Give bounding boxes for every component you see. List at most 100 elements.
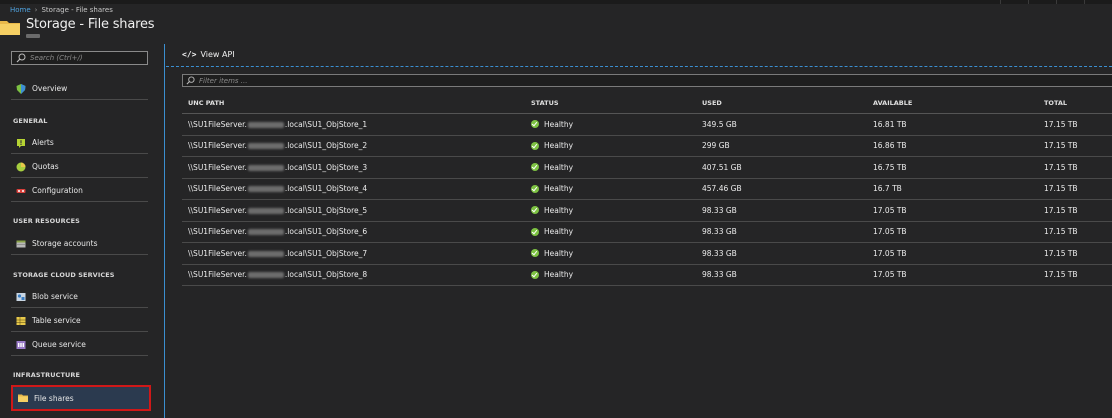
status-cell: Healthy: [526, 184, 697, 193]
used-cell: 98.33 GB: [702, 270, 737, 280]
unc-path-prefix: \\SU1FileServer.: [188, 227, 247, 237]
filter-input[interactable]: [199, 76, 499, 85]
top-bar-button[interactable]: [1056, 0, 1084, 4]
queue-icon: [16, 340, 26, 349]
redacted-domain: [247, 229, 284, 236]
table-row[interactable]: \\SU1FileServer. .local\SU1_ObjStore_7 Hea…: [182, 243, 1112, 265]
unc-path-suffix: .local\SU1_ObjStore_8: [284, 270, 368, 280]
status-text: Healthy: [544, 205, 574, 215]
healthy-check-icon: [531, 249, 539, 258]
used-cell: 98.33 GB: [702, 248, 737, 258]
search-icon: [16, 53, 26, 63]
breadcrumb: Home › Storage - File shares: [10, 6, 113, 14]
total-cell: 17.15 TB: [1044, 119, 1078, 129]
sidebar-item-alerts[interactable]: Alerts: [11, 132, 148, 154]
redacted-domain: [247, 164, 284, 171]
unc-path-cell: \\SU1FileServer. .local\SU1_ObjStore_3: [182, 163, 526, 172]
table-row[interactable]: \\SU1FileServer. .local\SU1_ObjStore_6 Hea…: [182, 222, 1112, 243]
unc-path-suffix: .local\SU1_ObjStore_5: [284, 205, 368, 215]
quota-icon: [16, 162, 26, 171]
section-title-user-resources: USER RESOURCES: [13, 217, 80, 225]
search-icon: [186, 76, 195, 85]
file-shares-table: UNC PATH STATUS USED AVAILABLE TOTAL \\S…: [182, 92, 1112, 286]
unc-path-suffix: .local\SU1_ObjStore_6: [284, 227, 368, 237]
section-title-infrastructure: INFRASTRUCTURE: [13, 371, 81, 379]
used-cell: 299 GB: [702, 141, 730, 151]
healthy-check-icon: [531, 120, 539, 129]
sidebar-item-quotas[interactable]: Quotas: [11, 156, 148, 178]
top-bar-button[interactable]: [1028, 0, 1056, 4]
healthy-check-icon: [531, 184, 539, 193]
unc-path-cell: \\SU1FileServer. .local\SU1_ObjStore_4: [182, 184, 526, 193]
available-cell: 17.05 TB: [873, 248, 907, 258]
available-cell: 17.05 TB: [873, 205, 907, 215]
redacted-domain: [247, 272, 284, 279]
used-cell: 407.51 GB: [702, 162, 742, 172]
top-bar-button[interactable]: [1084, 0, 1112, 4]
unc-path-suffix: .local\SU1_ObjStore_2: [284, 141, 368, 151]
sidebar-item-configuration[interactable]: Configuration: [11, 180, 148, 202]
status-text: Healthy: [544, 162, 574, 172]
used-cell: 349.5 GB: [702, 119, 737, 129]
table-row[interactable]: \\SU1FileServer. .local\SU1_ObjStore_4 Hea…: [182, 179, 1112, 200]
blob-icon: [16, 292, 26, 301]
total-cell: 17.15 TB: [1044, 248, 1078, 258]
breadcrumb-home-link[interactable]: Home: [10, 6, 31, 14]
redacted-domain: [247, 143, 284, 150]
column-header-total[interactable]: TOTAL: [1039, 99, 1112, 107]
healthy-check-icon: [531, 206, 539, 215]
top-bar-button[interactable]: [1000, 0, 1028, 4]
unc-path-prefix: \\SU1FileServer.: [188, 162, 247, 172]
column-header-unc-path[interactable]: UNC PATH: [182, 99, 526, 107]
status-cell: Healthy: [526, 206, 697, 215]
view-api-button[interactable]: </> View API: [182, 50, 235, 59]
status-text: Healthy: [544, 227, 574, 237]
used-cell: 457.46 GB: [702, 184, 742, 194]
sidebar-search-input[interactable]: [30, 54, 140, 62]
total-cell: 17.15 TB: [1044, 227, 1078, 237]
status-text: Healthy: [544, 248, 574, 258]
sidebar-item-label: Queue service: [32, 340, 86, 349]
status-text: Healthy: [544, 141, 574, 151]
available-cell: 16.81 TB: [873, 119, 907, 129]
status-text: Healthy: [544, 270, 574, 280]
status-cell: Healthy: [526, 227, 697, 236]
top-bar: [0, 0, 1112, 4]
sidebar-item-queue-service[interactable]: Queue service: [11, 334, 148, 356]
breadcrumb-current: Storage - File shares: [41, 6, 113, 14]
storage-account-icon: [16, 240, 26, 247]
unc-path-cell: \\SU1FileServer. .local\SU1_ObjStore_6: [182, 227, 526, 236]
healthy-check-icon: [531, 227, 539, 236]
column-header-used[interactable]: USED: [697, 99, 868, 107]
healthy-check-icon: [531, 163, 539, 172]
table-row[interactable]: \\SU1FileServer. .local\SU1_ObjStore_1 Hea…: [182, 114, 1112, 136]
status-cell: Healthy: [526, 270, 697, 279]
table-row[interactable]: \\SU1FileServer. .local\SU1_ObjStore_8 Hea…: [182, 265, 1112, 286]
sidebar-item-file-shares[interactable]: File shares: [11, 385, 151, 411]
sidebar-item-label: Alerts: [32, 138, 54, 147]
sidebar-item-storage-accounts[interactable]: Storage accounts: [11, 233, 148, 255]
status-text: Healthy: [544, 119, 574, 129]
redacted-domain: [247, 207, 284, 214]
sidebar-item-blob-service[interactable]: Blob service: [11, 286, 148, 308]
unc-path-prefix: \\SU1FileServer.: [188, 119, 247, 129]
sidebar-item-label: Overview: [32, 84, 68, 93]
unc-path-prefix: \\SU1FileServer.: [188, 270, 247, 280]
unc-path-cell: \\SU1FileServer. .local\SU1_ObjStore_2: [182, 141, 526, 150]
unc-path-cell: \\SU1FileServer. .local\SU1_ObjStore_1: [182, 120, 526, 129]
available-cell: 17.05 TB: [873, 227, 907, 237]
column-header-status[interactable]: STATUS: [526, 99, 697, 107]
sidebar-item-overview[interactable]: Overview: [11, 78, 148, 100]
available-cell: 16.86 TB: [873, 141, 907, 151]
healthy-check-icon: [531, 270, 539, 279]
table-row[interactable]: \\SU1FileServer. .local\SU1_ObjStore_5 Hea…: [182, 200, 1112, 222]
sidebar: Overview GENERAL Alerts Quotas Configura…: [0, 44, 164, 418]
table-row[interactable]: \\SU1FileServer. .local\SU1_ObjStore_3 Hea…: [182, 157, 1112, 179]
filter-box[interactable]: [182, 74, 1112, 87]
table-row[interactable]: \\SU1FileServer. .local\SU1_ObjStore_2 Hea…: [182, 136, 1112, 157]
column-header-available[interactable]: AVAILABLE: [868, 99, 1039, 107]
sidebar-item-table-service[interactable]: Table service: [11, 310, 148, 332]
unc-path-cell: \\SU1FileServer. .local\SU1_ObjStore_8: [182, 270, 526, 279]
sidebar-search[interactable]: [11, 51, 148, 65]
status-cell: Healthy: [526, 120, 697, 129]
